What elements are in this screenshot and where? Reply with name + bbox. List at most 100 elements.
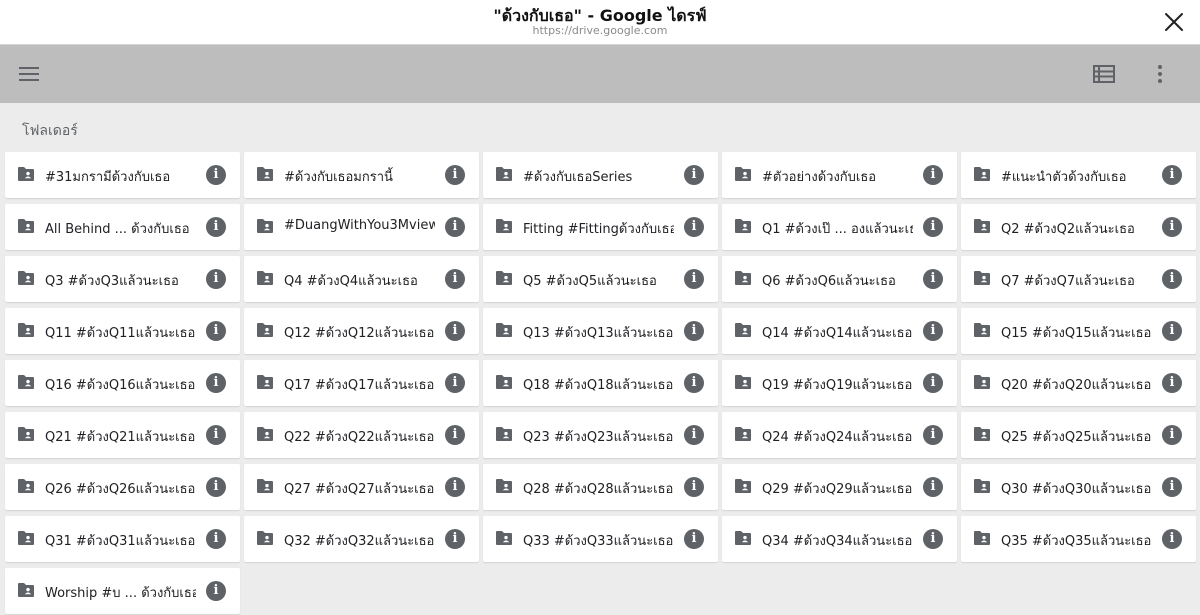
folder-name: Q30 #ด้วงQ30แล้วนะเธอ xyxy=(1001,482,1152,497)
shared-folder-icon xyxy=(496,531,512,545)
folder-tile[interactable]: Q1 #ด้วงเป๊ ... องแล้วนะเธอ i xyxy=(722,204,957,250)
info-icon[interactable]: i xyxy=(923,477,943,497)
info-icon[interactable]: i xyxy=(684,321,704,341)
info-icon[interactable]: i xyxy=(206,165,226,185)
info-icon[interactable]: i xyxy=(923,425,943,445)
folder-tile[interactable]: Q28 #ด้วงQ28แล้วนะเธอ i xyxy=(483,464,718,510)
folder-tile[interactable]: Q13 #ด้วงQ13แล้วนะเธอ i xyxy=(483,308,718,354)
info-icon[interactable]: i xyxy=(1162,373,1182,393)
list-view-button[interactable] xyxy=(1090,60,1118,88)
folder-tile[interactable]: Q22 #ด้วงQ22แล้วนะเธอ i xyxy=(244,412,479,458)
info-icon[interactable]: i xyxy=(445,477,465,497)
close-icon xyxy=(1165,13,1183,31)
info-icon[interactable]: i xyxy=(1162,269,1182,289)
info-icon[interactable]: i xyxy=(923,321,943,341)
shared-folder-icon xyxy=(735,375,751,389)
info-icon[interactable]: i xyxy=(445,425,465,445)
folder-tile[interactable]: Q14 #ด้วงQ14แล้วนะเธอ i xyxy=(722,308,957,354)
info-icon[interactable]: i xyxy=(923,373,943,393)
more-vertical-icon xyxy=(1158,65,1162,83)
folder-tile[interactable]: #ด้วงกับเธอSeries i xyxy=(483,152,718,198)
folder-tile[interactable]: Fitting #Fittingด้วงกับเธอ i xyxy=(483,204,718,250)
folder-tile[interactable]: Q5 #ด้วงQ5แล้วนะเธอ i xyxy=(483,256,718,302)
folder-tile[interactable]: Q26 #ด้วงQ26แล้วนะเธอ i xyxy=(5,464,240,510)
folder-tile[interactable]: Q18 #ด้วงQ18แล้วนะเธอ i xyxy=(483,360,718,406)
folder-name: Q24 #ด้วงQ24แล้วนะเธอ xyxy=(762,430,913,445)
folder-tile[interactable]: Q11 #ด้วงQ11แล้วนะเธอ i xyxy=(5,308,240,354)
folder-tile[interactable]: #แนะนำตัวด้วงกับเธอ i xyxy=(961,152,1196,198)
info-icon[interactable]: i xyxy=(445,269,465,289)
info-icon[interactable]: i xyxy=(445,165,465,185)
info-icon[interactable]: i xyxy=(206,269,226,289)
info-icon[interactable]: i xyxy=(1162,217,1182,237)
close-button[interactable] xyxy=(1162,10,1186,34)
folder-tile[interactable]: Q19 #ด้วงQ19แล้วนะเธอ i xyxy=(722,360,957,406)
info-icon[interactable]: i xyxy=(1162,425,1182,445)
folder-tile[interactable]: Q33 #ด้วงQ33แล้วนะเธอ i xyxy=(483,516,718,562)
info-icon[interactable]: i xyxy=(684,477,704,497)
shared-folder-icon xyxy=(496,271,512,285)
shared-folder-icon xyxy=(257,479,273,493)
folder-tile[interactable]: Q31 #ด้วงQ31แล้วนะเธอ i xyxy=(5,516,240,562)
info-icon[interactable]: i xyxy=(684,217,704,237)
info-icon[interactable]: i xyxy=(445,321,465,341)
folder-tile[interactable]: Q29 #ด้วงQ29แล้วนะเธอ i xyxy=(722,464,957,510)
folder-tile[interactable]: Q15 #ด้วงQ15แล้วนะเธอ i xyxy=(961,308,1196,354)
folder-tile[interactable]: Q2 #ด้วงQ2แล้วนะเธอ i xyxy=(961,204,1196,250)
folder-tile[interactable]: Q20 #ด้วงQ20แล้วนะเธอ i xyxy=(961,360,1196,406)
info-icon[interactable]: i xyxy=(684,373,704,393)
folder-name: Q4 #ด้วงQ4แล้วนะเธอ xyxy=(284,274,418,289)
folder-tile[interactable]: Q7 #ด้วงQ7แล้วนะเธอ i xyxy=(961,256,1196,302)
folder-name: #แนะนำตัวด้วงกับเธอ xyxy=(1001,170,1127,185)
info-icon[interactable]: i xyxy=(1162,529,1182,549)
shared-folder-icon xyxy=(257,167,273,181)
folder-tile[interactable]: Q16 #ด้วงQ16แล้วนะเธอ i xyxy=(5,360,240,406)
folder-tile[interactable]: All Behind ... ด้วงกับเธอ i xyxy=(5,204,240,250)
folder-tile[interactable]: Q4 #ด้วงQ4แล้วนะเธอ i xyxy=(244,256,479,302)
info-icon[interactable]: i xyxy=(445,373,465,393)
info-icon[interactable]: i xyxy=(923,217,943,237)
folder-tile[interactable]: #ตัวอย่างด้วงกับเธอ i xyxy=(722,152,957,198)
folder-tile[interactable]: Q21 #ด้วงQ21แล้วนะเธอ i xyxy=(5,412,240,458)
info-icon[interactable]: i xyxy=(445,217,465,237)
folder-tile[interactable]: Q3 #ด้วงQ3แล้วนะเธอ i xyxy=(5,256,240,302)
folder-name: Q31 #ด้วงQ31แล้วนะเธอ xyxy=(45,534,196,549)
info-icon[interactable]: i xyxy=(206,581,226,601)
info-icon[interactable]: i xyxy=(206,321,226,341)
info-icon[interactable]: i xyxy=(684,529,704,549)
folder-tile[interactable]: #31มกรามีด้วงกับเธอ i xyxy=(5,152,240,198)
info-icon[interactable]: i xyxy=(684,425,704,445)
folder-tile[interactable]: Q24 #ด้วงQ24แล้วนะเธอ i xyxy=(722,412,957,458)
folder-tile[interactable]: Q12 #ด้วงQ12แล้วนะเธอ i xyxy=(244,308,479,354)
info-icon[interactable]: i xyxy=(684,269,704,289)
folder-tile[interactable]: Q30 #ด้วงQ30แล้วนะเธอ i xyxy=(961,464,1196,510)
folder-tile[interactable]: #DuangWithYou3Mviews i xyxy=(244,204,479,250)
info-icon[interactable]: i xyxy=(1162,477,1182,497)
info-icon[interactable]: i xyxy=(445,529,465,549)
folder-tile[interactable]: Q6 #ด้วงQ6แล้วนะเธอ i xyxy=(722,256,957,302)
info-icon[interactable]: i xyxy=(206,217,226,237)
info-icon[interactable]: i xyxy=(1162,321,1182,341)
shared-folder-icon xyxy=(257,427,273,441)
info-icon[interactable]: i xyxy=(206,529,226,549)
info-icon[interactable]: i xyxy=(923,165,943,185)
folder-tile[interactable]: Q27 #ด้วงQ27แล้วนะเธอ i xyxy=(244,464,479,510)
info-icon[interactable]: i xyxy=(206,477,226,497)
folder-tile[interactable]: Worship #บ ... ด้วงกับเธอ i xyxy=(5,568,240,614)
folder-tile[interactable]: Q23 #ด้วงQ23แล้วนะเธอ i xyxy=(483,412,718,458)
folder-tile[interactable]: Q17 #ด้วงQ17แล้วนะเธอ i xyxy=(244,360,479,406)
info-icon[interactable]: i xyxy=(1162,165,1182,185)
folder-tile[interactable]: Q35 #ด้วงQ35แล้วนะเธอ i xyxy=(961,516,1196,562)
info-icon[interactable]: i xyxy=(923,269,943,289)
shared-folder-icon xyxy=(974,323,990,337)
info-icon[interactable]: i xyxy=(206,425,226,445)
info-icon[interactable]: i xyxy=(206,373,226,393)
more-options-button[interactable] xyxy=(1146,60,1174,88)
folder-tile[interactable]: Q25 #ด้วงQ25แล้วนะเธอ i xyxy=(961,412,1196,458)
info-icon[interactable]: i xyxy=(923,529,943,549)
folder-tile[interactable]: Q32 #ด้วงQ32แล้วนะเธอ i xyxy=(244,516,479,562)
info-icon[interactable]: i xyxy=(684,165,704,185)
folder-tile[interactable]: #ด้วงกับเธอมกรานี้ i xyxy=(244,152,479,198)
menu-button[interactable] xyxy=(15,60,43,88)
folder-tile[interactable]: Q34 #ด้วงQ34แล้วนะเธอ i xyxy=(722,516,957,562)
